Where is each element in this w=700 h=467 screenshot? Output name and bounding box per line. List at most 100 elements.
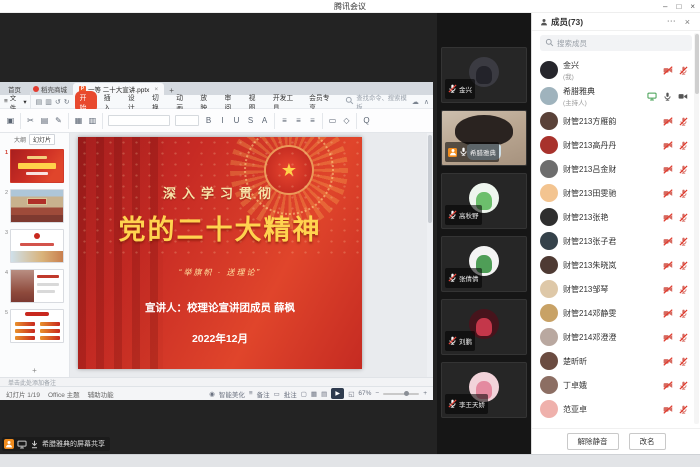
new-slide-icon[interactable]: ▦ <box>74 116 83 125</box>
redo-icon[interactable]: ↻ <box>64 98 70 106</box>
camera-off-icon[interactable] <box>663 381 673 390</box>
fit-window-icon[interactable]: ◱ <box>348 390 354 398</box>
slide-thumbnail[interactable] <box>10 189 64 223</box>
camera-off-icon[interactable] <box>663 189 673 198</box>
slide-thumbnail[interactable] <box>10 269 64 303</box>
panel-scrollbar-thumb[interactable] <box>695 34 699 94</box>
font-size-box[interactable] <box>175 115 199 126</box>
align-left-icon[interactable]: ≡ <box>280 116 289 125</box>
beautify-label[interactable]: 智能美化 <box>219 389 245 399</box>
strikethrough-icon[interactable]: S <box>246 116 255 125</box>
layout-icon[interactable]: ▥ <box>88 116 97 125</box>
cloud-sync-icon[interactable]: ☁ <box>412 98 419 106</box>
panel-close-icon[interactable]: × <box>685 17 690 27</box>
screen-share-indicator[interactable]: 希腊雅典的屏幕共享 <box>2 437 110 451</box>
thumbnail-row[interactable]: 1 <box>0 146 69 186</box>
thumbnail-row[interactable]: 4 <box>0 266 69 306</box>
tab-outline[interactable]: 大纲 <box>14 135 26 144</box>
mic-off-icon[interactable] <box>679 213 688 222</box>
mic-off-icon[interactable] <box>679 405 688 414</box>
paste-icon[interactable]: ▣ <box>6 116 15 125</box>
camera-off-icon[interactable] <box>663 309 673 318</box>
member-row[interactable]: 财管213田雯驰 <box>532 181 700 205</box>
member-row[interactable]: 财管213方雁韵 <box>532 109 700 133</box>
zoom-slider[interactable] <box>383 393 419 395</box>
font-name-box[interactable] <box>108 115 170 126</box>
member-row[interactable]: 范亚卓 <box>532 397 700 421</box>
camera-off-icon[interactable] <box>663 285 673 294</box>
scrollbar-thumb[interactable] <box>428 135 432 223</box>
member-row[interactable]: 财管213邹琴 <box>532 277 700 301</box>
member-row[interactable]: 财管213吕金财 <box>532 157 700 181</box>
notes-bar[interactable]: 单击此处添加备注 <box>0 377 433 386</box>
mic-off-icon[interactable] <box>679 189 688 198</box>
thumbnail-row[interactable]: 5 <box>0 306 69 346</box>
undo-icon[interactable]: ↺ <box>55 98 61 106</box>
member-row[interactable]: 楚昕昕 <box>532 349 700 373</box>
view-grid-icon[interactable]: ▦ <box>311 390 317 398</box>
italic-icon[interactable]: I <box>218 116 227 125</box>
slideshow-play-button[interactable]: ▶ <box>331 388 344 399</box>
member-search-box[interactable] <box>540 35 692 51</box>
zoom-out-icon[interactable]: − <box>375 390 379 397</box>
member-row[interactable]: 希腊雅典(主持人) <box>532 83 700 109</box>
unmute-button[interactable]: 解除静音 <box>567 433 619 450</box>
mic-off-icon[interactable] <box>679 237 688 246</box>
camera-off-icon[interactable] <box>663 141 673 150</box>
mic-off-icon[interactable] <box>679 333 688 342</box>
member-row[interactable]: 财管213朱晓岚 <box>532 253 700 277</box>
cut-icon[interactable]: ✂ <box>26 116 35 125</box>
view-read-icon[interactable]: ▤ <box>321 390 327 398</box>
view-normal-icon[interactable]: ▢ <box>301 390 307 398</box>
add-slide-icon[interactable]: + <box>0 364 69 377</box>
thumbnail-row[interactable]: 3 <box>0 226 69 266</box>
mic-off-icon[interactable] <box>679 309 688 318</box>
command-search[interactable]: 查找命令、搜索模板 <box>345 93 409 111</box>
video-tile[interactable]: 刘鹏 <box>441 299 527 355</box>
video-tile[interactable]: 希腊雅典 <box>441 110 527 166</box>
comments-toggle[interactable]: 批注 <box>284 389 297 399</box>
rename-button[interactable]: 改名 <box>629 433 666 450</box>
close-icon[interactable]: × <box>690 2 695 11</box>
member-row[interactable]: 财管213张子君 <box>532 229 700 253</box>
camera-off-icon[interactable] <box>663 357 673 366</box>
camera-off-icon[interactable] <box>663 165 673 174</box>
panel-scrollbar[interactable] <box>694 33 699 424</box>
mic-off-icon[interactable] <box>679 141 688 150</box>
camera-off-icon[interactable] <box>663 261 673 270</box>
video-tile[interactable]: 金兴 <box>441 47 527 103</box>
video-tile[interactable]: 李王天娇 <box>441 362 527 418</box>
mic-on-icon[interactable] <box>663 92 672 101</box>
member-row[interactable]: 财管214邓澄澄 <box>532 325 700 349</box>
font-color-icon[interactable]: A <box>260 116 269 125</box>
camera-on-icon[interactable] <box>678 92 688 101</box>
camera-off-icon[interactable] <box>663 213 673 222</box>
camera-off-icon[interactable] <box>663 405 673 414</box>
slide-thumbnail[interactable] <box>10 149 64 183</box>
mic-off-icon[interactable] <box>679 165 688 174</box>
text-box-icon[interactable]: ▭ <box>328 116 337 125</box>
copy-icon[interactable]: ▤ <box>40 116 49 125</box>
slide-thumbnail[interactable] <box>10 309 64 343</box>
slide-thumbnail[interactable] <box>10 229 64 263</box>
screen-share-icon[interactable] <box>647 92 657 101</box>
format-painter-icon[interactable]: ✎ <box>54 116 63 125</box>
video-tile[interactable]: 高秋野 <box>441 173 527 229</box>
mic-off-icon[interactable] <box>679 285 688 294</box>
maximize-icon[interactable]: □ <box>676 2 681 11</box>
more-icon[interactable]: ⋯ <box>667 16 676 27</box>
member-row[interactable]: 财管213张艳 <box>532 205 700 229</box>
mic-off-icon[interactable] <box>679 357 688 366</box>
video-tile[interactable]: 张倩倩 <box>441 236 527 292</box>
zoom-in-icon[interactable]: + <box>423 390 427 397</box>
collapse-ribbon-icon[interactable]: ∧ <box>424 98 429 106</box>
mic-off-icon[interactable] <box>679 117 688 126</box>
member-row[interactable]: 丁卓娥 <box>532 373 700 397</box>
find-icon[interactable]: Q <box>362 116 371 125</box>
member-search-input[interactable] <box>557 39 687 48</box>
align-right-icon[interactable]: ≡ <box>308 116 317 125</box>
bold-icon[interactable]: B <box>204 116 213 125</box>
mic-off-icon[interactable] <box>679 381 688 390</box>
wps-store-tab[interactable]: 稻壳商城 <box>27 83 73 95</box>
notes-toggle[interactable]: 备注 <box>257 389 270 399</box>
